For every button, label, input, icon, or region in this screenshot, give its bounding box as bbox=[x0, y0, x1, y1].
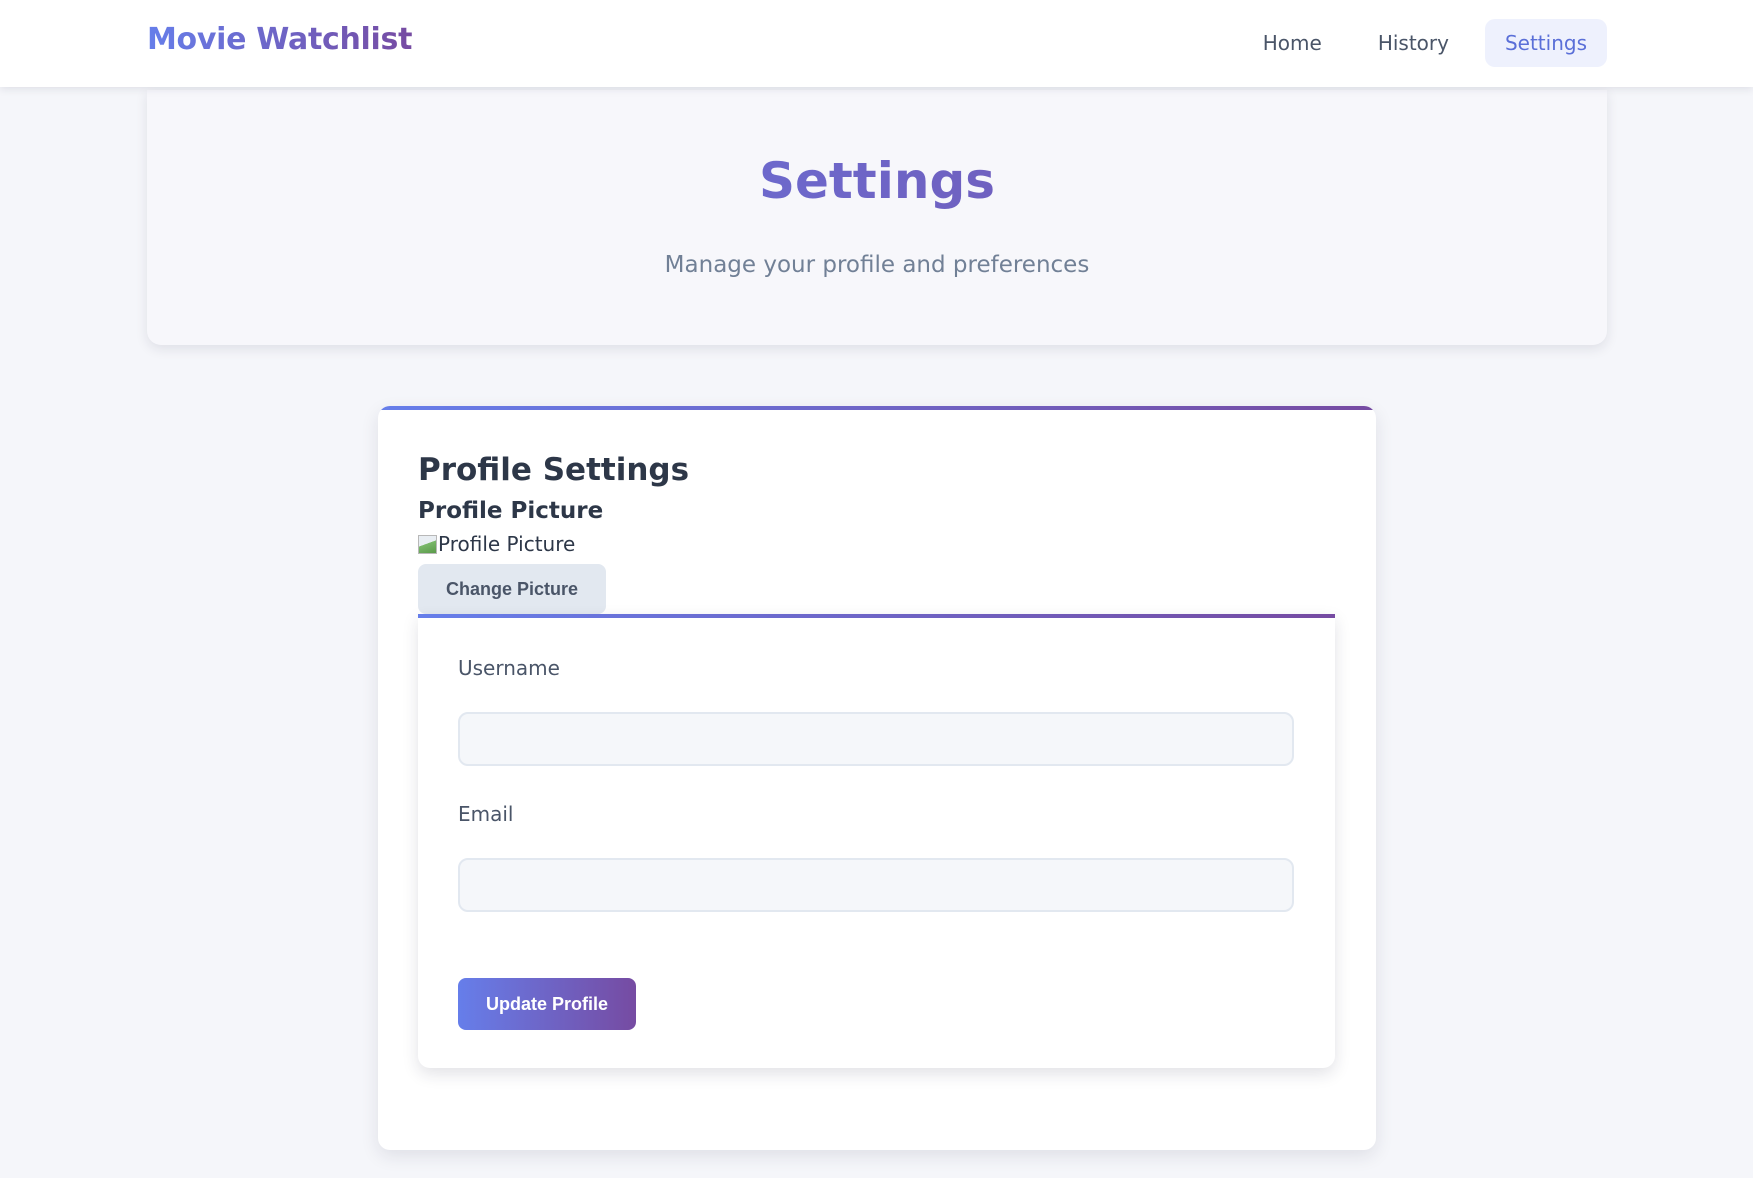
profile-picture-alt-text: Profile Picture bbox=[438, 532, 576, 556]
profile-picture-title: Profile Picture bbox=[418, 498, 604, 524]
page-header: Settings Manage your profile and prefere… bbox=[147, 90, 1607, 345]
nav-link-settings[interactable]: Settings bbox=[1484, 19, 1607, 67]
top-navbar: Movie Watchlist Home History Settings bbox=[0, 0, 1753, 87]
broken-image-icon bbox=[418, 534, 437, 554]
form-accent-bar bbox=[418, 614, 1335, 618]
brand-logo[interactable]: Movie Watchlist bbox=[147, 22, 412, 57]
email-label: Email bbox=[458, 802, 514, 826]
profile-picture-image: Profile Picture bbox=[418, 532, 575, 556]
page-title: Settings bbox=[147, 152, 1607, 210]
nav-link-history[interactable]: History bbox=[1358, 19, 1469, 67]
username-label: Username bbox=[458, 656, 560, 680]
page-subtitle: Manage your profile and preferences bbox=[664, 252, 1090, 278]
profile-settings-title: Profile Settings bbox=[418, 452, 690, 488]
nav-links: Home History Settings bbox=[1243, 19, 1607, 67]
profile-settings-card: Profile Settings Profile Picture Profile… bbox=[378, 406, 1376, 1150]
profile-form: Username Email Update Profile bbox=[418, 614, 1335, 1068]
nav-link-home[interactable]: Home bbox=[1243, 19, 1342, 67]
update-profile-button[interactable]: Update Profile bbox=[458, 978, 636, 1030]
email-input[interactable] bbox=[458, 858, 1294, 912]
username-input[interactable] bbox=[458, 712, 1294, 766]
change-picture-button[interactable]: Change Picture bbox=[418, 564, 606, 614]
card-accent-bar bbox=[378, 406, 1376, 410]
